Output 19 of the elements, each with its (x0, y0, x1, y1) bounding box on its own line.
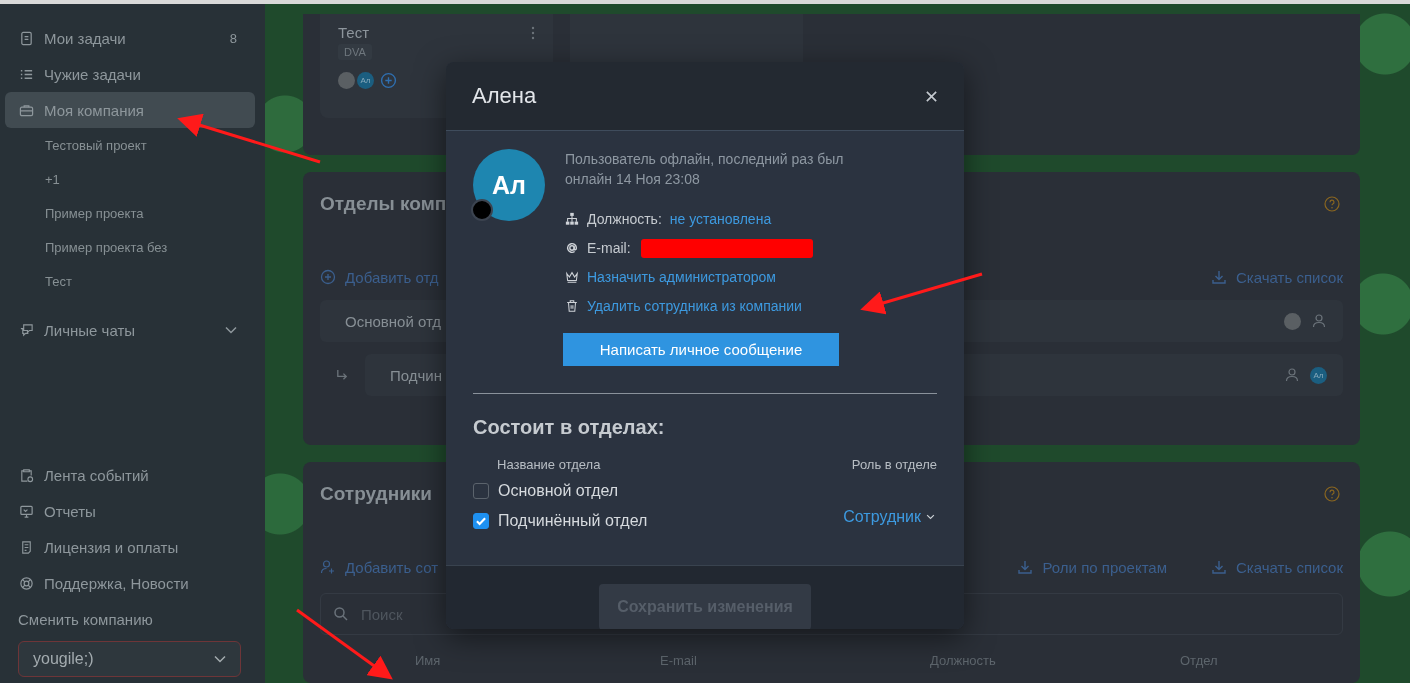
email-label: E-mail: (587, 240, 631, 256)
department-name: Основной отдел (498, 482, 619, 500)
status-text: Пользователь офлайн, последний раз был онлайн 14 Ноя 23:08 (565, 150, 845, 189)
position-label: Должность: (587, 211, 662, 227)
department-name: Подчинённый отдел (498, 512, 648, 530)
department-name: Подчин (390, 366, 443, 384)
user-avatar: Ал (1310, 366, 1327, 384)
task-tag: DVA (338, 44, 372, 60)
switch-company-label: Сменить компанию (17, 611, 154, 630)
user-avatar: Ал (357, 72, 374, 89)
task-title: Тест (338, 24, 370, 41)
department-name: Основной отд (345, 312, 442, 330)
column-header: Название отдела (497, 457, 601, 472)
section-title: Состоит в отделах: (473, 416, 666, 439)
panel-title: Отделы комп (320, 193, 447, 215)
user-avatar: Ал (473, 149, 545, 221)
panel-title: Сотрудники (320, 483, 432, 505)
column-header: Роль в отделе (851, 457, 937, 472)
dialog-title: Алена (472, 83, 537, 109)
